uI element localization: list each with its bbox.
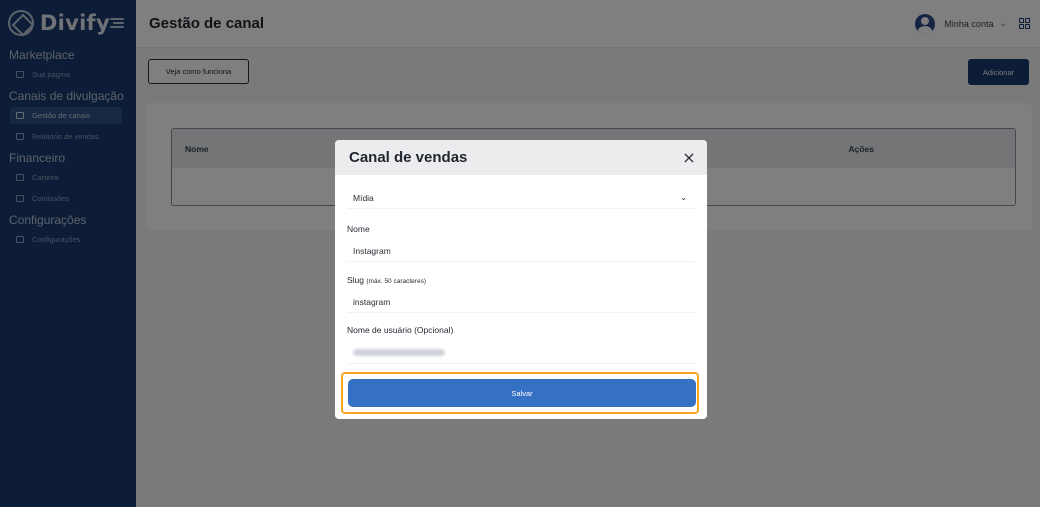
name-label: Nome: [347, 224, 370, 234]
modal-title: Canal de vendas: [349, 149, 468, 166]
redacted-username: [353, 349, 445, 356]
slug-field[interactable]: instagram: [347, 291, 695, 313]
slug-label: Slug (máx. 50 caracteres): [347, 275, 426, 285]
username-label: Nome de usuário (Opcional): [347, 325, 454, 335]
save-button[interactable]: Salvar: [348, 379, 696, 407]
chevron-down-icon: ⌄: [680, 193, 687, 202]
sales-channel-modal: Canal de vendas × Mídia ⌄ Nome Instagram…: [335, 140, 707, 419]
channel-type-select[interactable]: Mídia ⌄: [347, 187, 695, 209]
save-highlight: Salvar: [341, 372, 699, 414]
close-icon[interactable]: ×: [681, 149, 697, 166]
channel-type-value: Mídia: [353, 192, 374, 203]
slug-label-text: Slug: [347, 275, 365, 285]
slug-field-value: instagram: [353, 296, 391, 307]
username-field[interactable]: [347, 342, 695, 364]
modal-header: Canal de vendas ×: [335, 140, 707, 175]
name-field-value: Instagram: [353, 245, 391, 256]
name-field[interactable]: Instagram: [347, 240, 695, 262]
slug-hint: (máx. 50 caracteres): [366, 278, 426, 285]
